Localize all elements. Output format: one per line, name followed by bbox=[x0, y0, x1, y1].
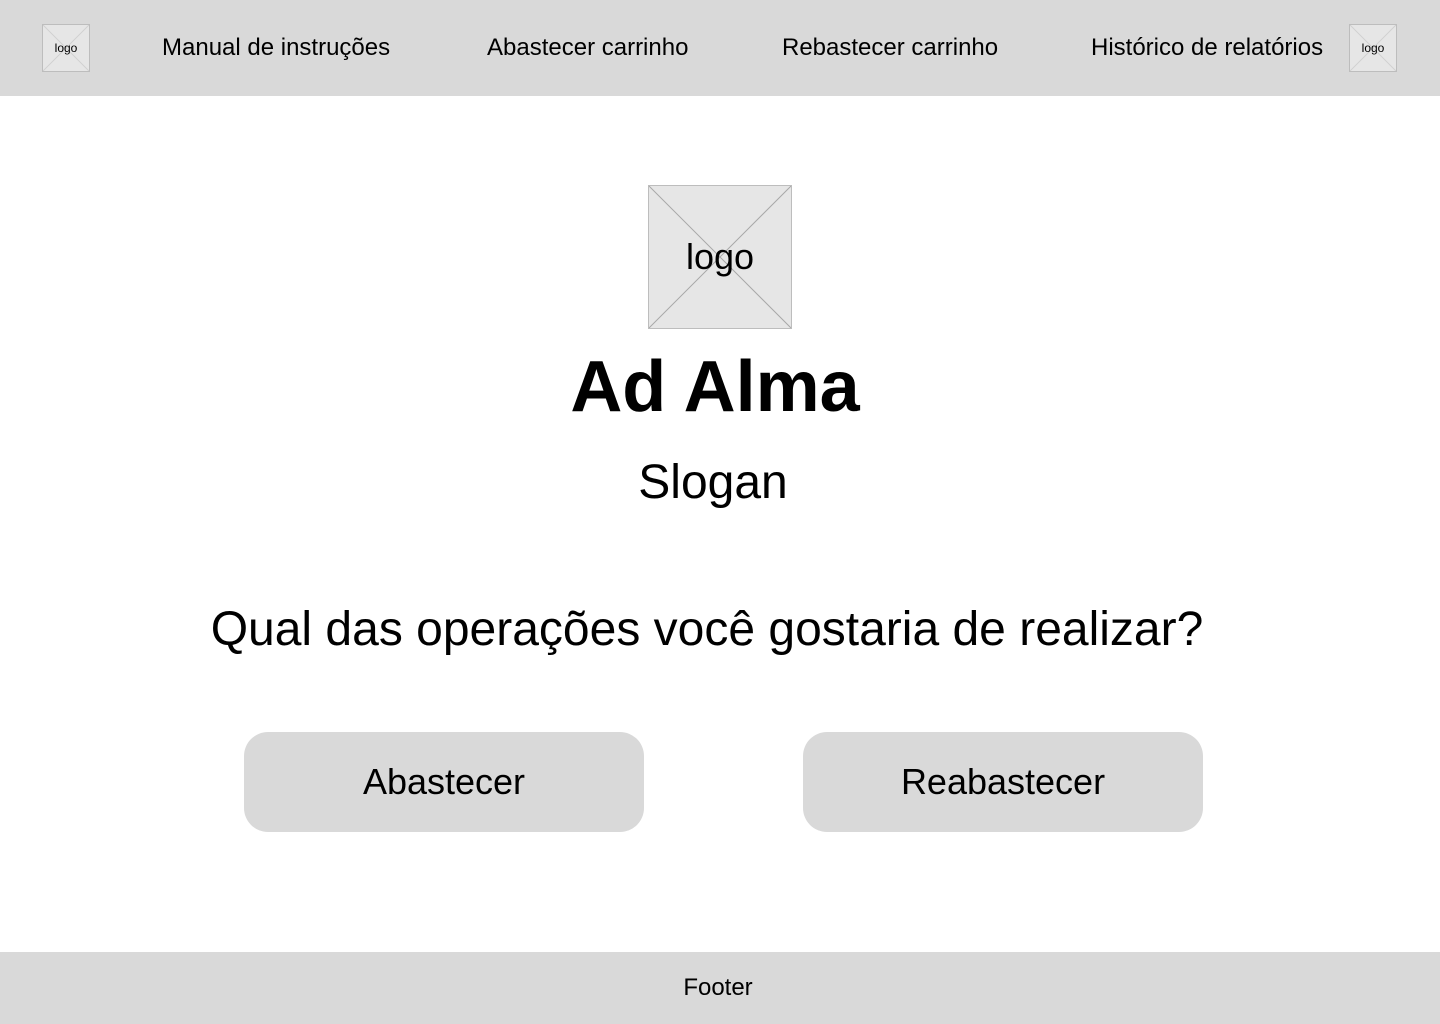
header-logo-right-label: logo bbox=[1361, 41, 1385, 55]
abastecer-button[interactable]: Abastecer bbox=[244, 732, 644, 832]
header-logo-left-label: logo bbox=[54, 41, 78, 55]
nav-link-rebastecer-carrinho[interactable]: Rebastecer carrinho bbox=[782, 30, 998, 66]
slogan: Slogan bbox=[638, 456, 788, 509]
header-logo-left[interactable]: logo bbox=[42, 24, 90, 72]
footer: Footer bbox=[0, 952, 1440, 1024]
nav-link-historico-relatorios[interactable]: Histórico de relatórios bbox=[1091, 30, 1323, 66]
hero-logo: logo bbox=[648, 185, 792, 329]
header-logo-right[interactable]: logo bbox=[1349, 24, 1397, 72]
operation-question: Qual das operações você gostaria de real… bbox=[210, 603, 1204, 656]
footer-text: Footer bbox=[683, 974, 753, 1001]
brand-title: Ad Alma bbox=[570, 347, 860, 427]
hero-logo-label: logo bbox=[685, 236, 755, 277]
nav-link-abastecer-carrinho[interactable]: Abastecer carrinho bbox=[487, 30, 688, 66]
reabastecer-button[interactable]: Reabastecer bbox=[803, 732, 1203, 832]
page: logo Manual de instruções Abastecer carr… bbox=[0, 0, 1440, 1024]
nav-link-manual[interactable]: Manual de instruções bbox=[162, 30, 390, 66]
top-navigation-bar: logo Manual de instruções Abastecer carr… bbox=[0, 0, 1440, 96]
